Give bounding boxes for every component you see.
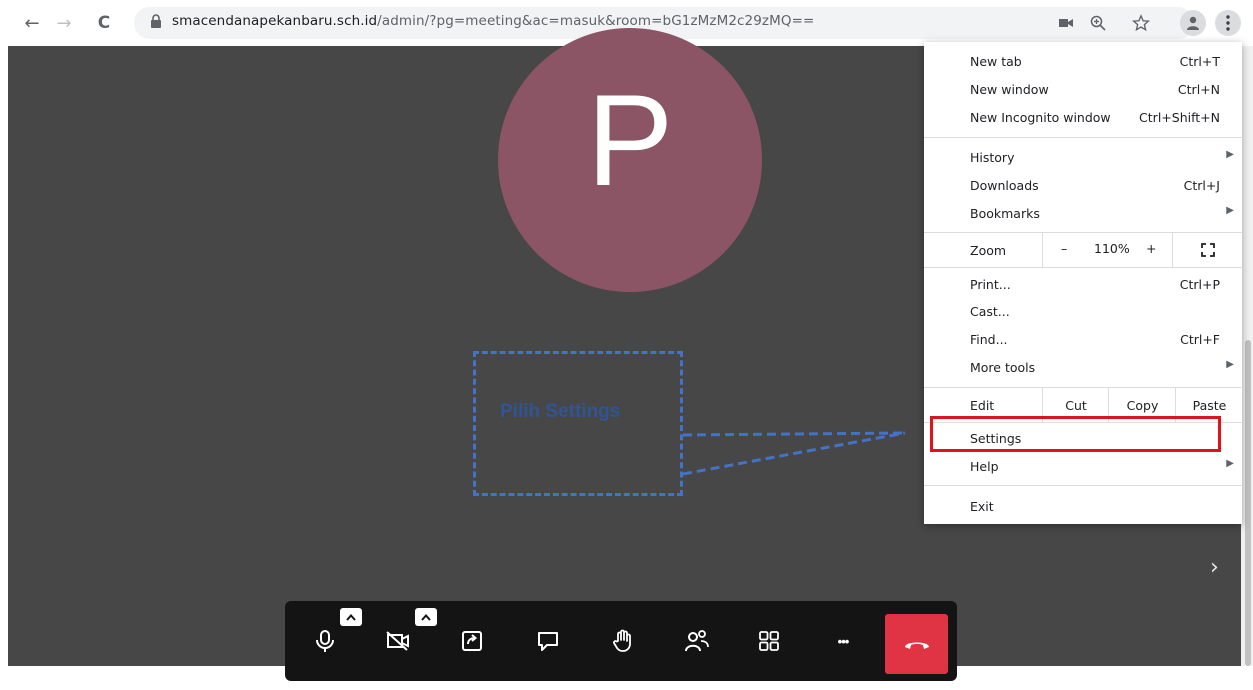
menu-shortcut: Ctrl+T xyxy=(1179,54,1220,69)
menu-item-help[interactable]: Help ▶ xyxy=(924,453,1242,481)
menu-divider xyxy=(924,267,1242,268)
kebab-menu-icon xyxy=(1226,15,1230,31)
submenu-arrow-icon: ▶ xyxy=(1226,149,1234,160)
zoom-level: 110% xyxy=(1094,241,1130,256)
star-icon[interactable] xyxy=(1130,12,1152,34)
end-call-button[interactable] xyxy=(885,614,948,674)
tile-view-icon xyxy=(759,631,779,651)
zoom-icon[interactable] xyxy=(1087,12,1109,34)
menu-item-history[interactable]: History ▶ xyxy=(924,144,1242,172)
microphone-options-caret[interactable] xyxy=(340,608,362,626)
menu-shortcut: Ctrl+N xyxy=(1177,82,1220,97)
back-icon[interactable]: ← xyxy=(20,11,44,35)
more-options-icon: ••• xyxy=(837,633,850,649)
camera-options-caret[interactable] xyxy=(415,608,437,626)
menu-item-print[interactable]: Print... Ctrl+P xyxy=(924,271,1242,299)
submenu-arrow-icon: ▶ xyxy=(1226,359,1234,370)
chat-icon xyxy=(538,632,558,651)
scrollbar-thumb[interactable] xyxy=(1245,340,1251,666)
menu-shortcut: Ctrl+J xyxy=(1183,178,1220,193)
hang-up-icon xyxy=(904,642,929,649)
url-path: /admin/?pg=meeting&ac=masuk&room=bG1zMzM… xyxy=(377,13,815,29)
zoom-out-button[interactable]: – xyxy=(1061,241,1067,256)
screen-share-icon xyxy=(462,631,482,651)
submenu-arrow-icon: ▶ xyxy=(1226,205,1234,216)
camera-icon[interactable] xyxy=(1055,12,1077,34)
menu-shortcut: Ctrl+F xyxy=(1180,332,1220,347)
page-left-edge xyxy=(0,46,8,666)
meeting-toolbar: ••• xyxy=(285,601,957,681)
tile-view-button[interactable] xyxy=(751,623,787,659)
menu-item-find[interactable]: Find... Ctrl+F xyxy=(924,326,1242,354)
caret-up-icon xyxy=(421,613,431,621)
lock-icon[interactable] xyxy=(150,13,162,29)
menu-divider xyxy=(924,485,1242,486)
menu-label: New Incognito window xyxy=(970,110,1111,125)
forward-icon[interactable]: → xyxy=(52,11,76,35)
camera-button[interactable] xyxy=(380,623,416,659)
zoom-in-button[interactable]: + xyxy=(1146,241,1156,256)
menu-item-downloads[interactable]: Downloads Ctrl+J xyxy=(924,172,1242,200)
menu-item-bookmarks[interactable]: Bookmarks ▶ xyxy=(924,200,1242,228)
raise-hand-icon xyxy=(613,629,631,652)
edit-label: Edit xyxy=(970,398,995,413)
participants-button[interactable] xyxy=(679,623,715,659)
menu-shortcut: Ctrl+P xyxy=(1179,277,1220,292)
chrome-menu-button[interactable] xyxy=(1215,10,1241,36)
menu-label: Help xyxy=(970,459,999,474)
zoom-label: Zoom xyxy=(970,243,1007,258)
paste-label: Paste xyxy=(1192,397,1227,413)
submenu-arrow-icon: ▶ xyxy=(1226,458,1234,469)
menu-divider xyxy=(924,137,1242,138)
menu-label: New tab xyxy=(970,54,1022,69)
annotation-callout-text: Pilih Settings xyxy=(500,401,621,422)
menu-label: New window xyxy=(970,82,1049,97)
menu-item-cast[interactable]: Cast... xyxy=(924,298,1242,326)
menu-item-new-window[interactable]: New window Ctrl+N xyxy=(924,76,1242,104)
cut-label: Cut xyxy=(1065,397,1087,413)
participant-avatar: P xyxy=(498,28,762,292)
reload-icon[interactable]: C xyxy=(92,11,116,35)
menu-label: More tools xyxy=(970,360,1036,375)
fullscreen-button[interactable] xyxy=(1172,233,1243,267)
more-options-button[interactable]: ••• xyxy=(825,623,861,659)
screen-share-button[interactable] xyxy=(454,623,490,659)
menu-item-more-tools[interactable]: More tools ▶ xyxy=(924,354,1242,382)
menu-label: Find... xyxy=(970,332,1008,347)
profile-avatar-icon[interactable] xyxy=(1180,10,1206,36)
menu-label: History xyxy=(970,150,1015,165)
caret-up-icon xyxy=(346,613,356,621)
copy-label: Copy xyxy=(1126,397,1159,413)
side-panel-chevron-icon[interactable]: › xyxy=(1210,555,1219,580)
annotation-callout-box xyxy=(473,351,683,496)
microphone-icon xyxy=(316,630,334,652)
menu-item-new-tab[interactable]: New tab Ctrl+T xyxy=(924,48,1242,76)
camera-off-icon xyxy=(386,631,409,651)
menu-label: Bookmarks xyxy=(970,206,1040,221)
url-text[interactable]: smacendanapekanbaru.sch.id/admin/?pg=mee… xyxy=(172,13,814,29)
fullscreen-icon xyxy=(1201,243,1215,257)
participant-initial: P xyxy=(586,67,674,213)
menu-zoom-row: Zoom – 110% + xyxy=(924,233,1242,267)
menu-label: Downloads xyxy=(970,178,1039,193)
microphone-button[interactable] xyxy=(307,623,343,659)
menu-label: Exit xyxy=(970,499,994,514)
settings-highlight-box xyxy=(930,416,1221,452)
menu-shortcut: Ctrl+Shift+N xyxy=(1139,110,1220,125)
participants-icon xyxy=(685,630,709,652)
menu-label: Print... xyxy=(970,277,1011,292)
menu-label: Cast... xyxy=(970,304,1010,319)
raise-hand-button[interactable] xyxy=(605,623,641,659)
menu-item-new-incognito-window[interactable]: New Incognito window Ctrl+Shift+N xyxy=(924,104,1242,132)
menu-item-exit[interactable]: Exit xyxy=(924,493,1242,521)
url-host: smacendanapekanbaru.sch.id xyxy=(172,13,378,29)
chat-button[interactable] xyxy=(530,623,566,659)
